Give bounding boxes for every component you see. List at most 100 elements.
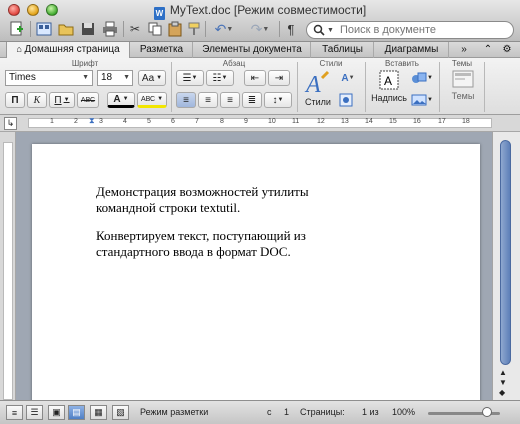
ruler-tick-label: 10 xyxy=(268,118,276,125)
strikethrough-label: АВС xyxy=(80,96,96,104)
font-color-button[interactable]: A ▼ xyxy=(107,92,135,108)
toolbar-divider xyxy=(205,21,206,37)
line-spacing-button[interactable]: ↕ ▼ xyxy=(264,92,292,108)
new-document-icon xyxy=(10,21,23,36)
justify-button[interactable]: ≣ xyxy=(242,92,262,108)
search-icon xyxy=(313,24,325,36)
zoom-slider-knob[interactable] xyxy=(482,407,492,417)
numbered-list-icon: ☷ xyxy=(212,72,222,84)
scroll-up-arrow-icon[interactable]: ▲ xyxy=(499,368,507,377)
ribbon-settings-button[interactable]: ⚙ xyxy=(498,42,516,58)
group-label-themes: Темы xyxy=(451,59,473,68)
decrease-indent-button[interactable]: ⇤ xyxy=(244,70,266,86)
strikethrough-button[interactable]: АВС xyxy=(77,92,99,108)
tab-label: Домашняя страница xyxy=(24,44,120,55)
shapes-icon xyxy=(412,72,427,83)
undo-button[interactable]: ↶ ▼ xyxy=(208,20,240,38)
document-paragraph[interactable]: Конвертируем текст, поступающий из станд… xyxy=(96,228,426,260)
vertical-scrollbar[interactable]: ▲ ▼ ◆ xyxy=(492,132,520,400)
align-center-button[interactable]: ≡ xyxy=(198,92,218,108)
underline-button[interactable]: П ▼ xyxy=(49,92,75,108)
ribbon: Шрифт Абзац Стили Вставить Темы Times ▼ 1… xyxy=(0,58,520,115)
publishing-view-button[interactable]: ▣ xyxy=(48,405,65,420)
tab-home[interactable]: ⌂ Домашняя страница xyxy=(6,42,130,58)
document-canvas[interactable]: Демонстрация возможностей утилиты команд… xyxy=(16,132,492,414)
tab-label: Разметка xyxy=(139,44,184,55)
tab-document-elements[interactable]: Элементы документа xyxy=(194,42,311,58)
bullet-list-icon: ☰ xyxy=(182,72,192,84)
increase-indent-button[interactable]: ⇥ xyxy=(268,70,290,86)
ruler-tick-label: 6 xyxy=(171,118,175,125)
ruler-tick-label: 12 xyxy=(317,118,325,125)
collapse-ribbon-button[interactable]: ⌃ xyxy=(480,42,496,58)
document-paragraph[interactable]: Демонстрация возможностей утилиты команд… xyxy=(96,184,426,216)
save-button[interactable] xyxy=(78,20,98,38)
toolbar-divider xyxy=(279,21,280,37)
styles-pane-icon xyxy=(339,93,353,107)
themes-button[interactable]: Темы xyxy=(446,70,480,110)
bold-button[interactable]: П xyxy=(5,92,25,108)
font-name-field[interactable]: Times ▼ xyxy=(5,70,93,86)
new-document-button[interactable] xyxy=(4,20,28,38)
italic-button[interactable]: К xyxy=(27,92,47,108)
templates-icon xyxy=(36,22,52,36)
indent-icon: ⇥ xyxy=(274,72,284,84)
numbering-button[interactable]: ☷ ▼ xyxy=(206,70,234,86)
styles-pane-button[interactable] xyxy=(338,92,354,108)
change-styles-button[interactable]: A ▼ xyxy=(336,70,360,86)
ruler-tick-label: 3 xyxy=(99,118,103,125)
title-bar: W MyText.doc [Режим совместимости] ✂ ↶ ▼ ↷… xyxy=(0,0,520,42)
highlight-button[interactable]: АВС ▼ xyxy=(137,92,167,108)
previous-page-icon[interactable]: ◆ xyxy=(499,388,505,397)
focus-view-button[interactable]: ▧ xyxy=(112,405,129,420)
templates-button[interactable] xyxy=(34,20,54,38)
align-right-button[interactable]: ≡ xyxy=(220,92,240,108)
tab-tables[interactable]: Таблицы xyxy=(312,42,374,58)
horizontal-ruler[interactable]: ↳ 1 2 3 4 5 6 7 8 9 10 11 12 13 14 15 16 17 18 ⧗ xyxy=(0,115,520,132)
view-mode-label: Режим разметки xyxy=(140,407,209,417)
format-painter-button[interactable] xyxy=(186,20,202,38)
tab-layout[interactable]: Разметка xyxy=(131,42,193,58)
vertical-ruler xyxy=(0,132,16,400)
search-input[interactable] xyxy=(339,24,510,36)
more-tabs-button[interactable]: » xyxy=(450,42,478,58)
draft-view-button[interactable]: ≡ xyxy=(6,405,23,420)
copy-button[interactable] xyxy=(146,20,164,38)
tab-selector-button[interactable]: ↳ xyxy=(4,117,17,130)
redo-button[interactable]: ↷ ▼ xyxy=(244,20,276,38)
styles-label: Стили xyxy=(305,97,331,107)
paste-button[interactable] xyxy=(166,20,184,38)
indent-marker-icon[interactable]: ⧗ xyxy=(89,116,95,126)
ruler-tick-label: 8 xyxy=(220,118,224,125)
document-line: стандартного ввода в формат DOC. xyxy=(96,244,291,259)
document-page[interactable]: Демонстрация возможностей утилиты команд… xyxy=(32,144,480,414)
chevron-down-icon: ▼ xyxy=(221,75,228,81)
scrollbar-thumb[interactable] xyxy=(500,140,511,365)
textbox-button[interactable]: A Надпись xyxy=(370,70,408,110)
font-size-value: 18 xyxy=(101,72,113,83)
tab-charts[interactable]: Диаграммы xyxy=(375,42,449,58)
print-button[interactable] xyxy=(100,20,120,38)
show-formatting-button[interactable]: ¶ xyxy=(282,20,300,38)
copy-icon xyxy=(148,22,162,36)
notebook-view-button[interactable]: ▦ xyxy=(90,405,107,420)
open-button[interactable] xyxy=(56,20,76,38)
outline-view-button[interactable]: ☰ xyxy=(26,405,43,420)
align-left-button[interactable]: ≡ xyxy=(176,92,196,108)
group-label-insert: Вставить xyxy=(385,59,419,68)
font-size-field[interactable]: 18 ▼ xyxy=(97,70,133,86)
shapes-button[interactable]: ▼ xyxy=(410,70,434,86)
font-grow-button[interactable]: Aa ▼ xyxy=(138,70,166,86)
picture-button[interactable]: ▼ xyxy=(410,92,434,108)
chevron-down-icon: ▼ xyxy=(122,96,129,102)
chevron-down-icon: ▼ xyxy=(327,26,334,34)
search-box[interactable]: ▼ xyxy=(306,21,514,39)
print-layout-view-button[interactable]: ▤ xyxy=(68,405,85,420)
scroll-down-arrow-icon[interactable]: ▼ xyxy=(499,378,507,387)
word-window: W MyText.doc [Режим совместимости] ✂ ↶ ▼ ↷… xyxy=(0,0,520,424)
cut-button[interactable]: ✂ xyxy=(126,20,144,38)
styles-gallery-button[interactable]: A Стили xyxy=(302,70,334,110)
page-number: 1 xyxy=(284,407,290,417)
bullets-button[interactable]: ☰ ▼ xyxy=(176,70,204,86)
group-divider xyxy=(484,62,485,112)
